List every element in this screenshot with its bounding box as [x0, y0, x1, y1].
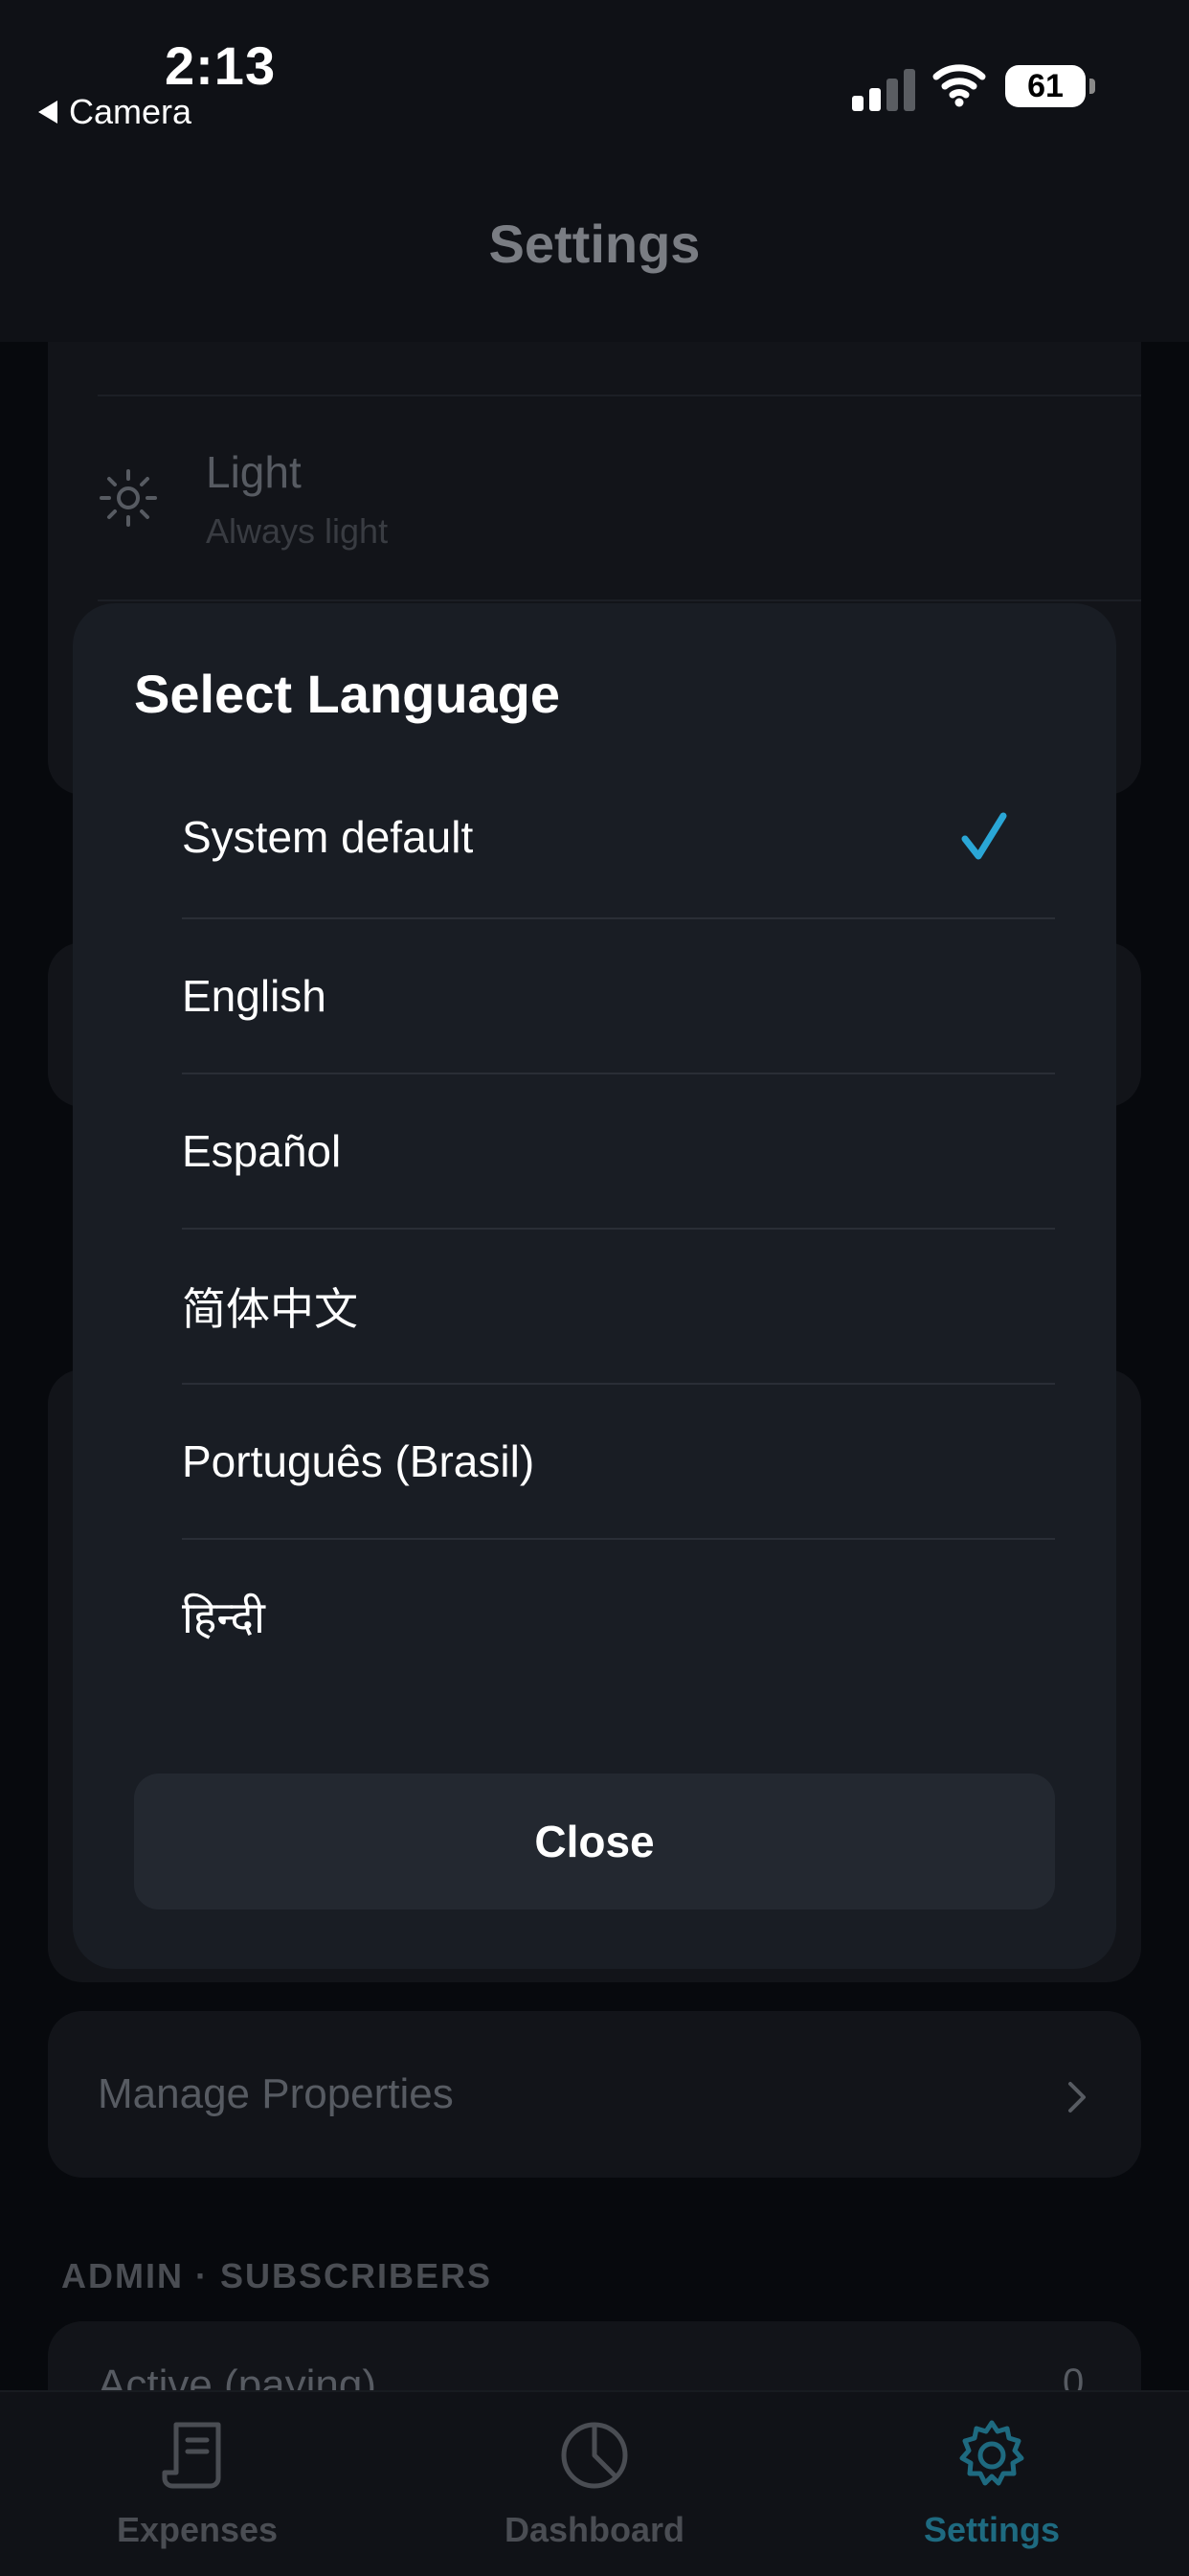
back-label: Camera	[69, 92, 192, 131]
language-option-label: 简体中文	[182, 1284, 358, 1334]
tab-settings[interactable]: Settings	[848, 2419, 1135, 2550]
back-arrow-icon	[38, 101, 57, 124]
tab-label: Settings	[923, 2510, 1060, 2549]
tab-label: Expenses	[116, 2510, 279, 2549]
wifi-icon	[932, 64, 986, 107]
language-option-label: Español	[182, 1126, 342, 1176]
dialog-title: Select Language	[134, 664, 561, 724]
chevron-right-icon	[1066, 2080, 1088, 2119]
language-option-label: System default	[182, 812, 474, 862]
language-option-portuguese[interactable]: Português (Brasil)	[182, 1385, 1055, 1540]
theme-light-sub: Always light	[206, 511, 389, 551]
manage-properties-label: Manage Properties	[98, 2070, 454, 2117]
admin-section-header: ADMIN · SUBSCRIBERS	[61, 2256, 493, 2295]
checkmark-icon	[961, 812, 1007, 860]
language-option-label: Português (Brasil)	[182, 1436, 535, 1486]
language-option-label: English	[182, 971, 326, 1021]
language-option-hindi[interactable]: हिन्दी	[182, 1540, 1055, 1693]
receipt-icon	[162, 2422, 221, 2489]
divider	[98, 599, 1141, 601]
theme-light-label[interactable]: Light	[206, 446, 302, 498]
language-option-label: हिन्दी	[182, 1593, 265, 1642]
language-option-spanish[interactable]: Español	[182, 1074, 1055, 1230]
language-options: System default English Español 简体中文 Port…	[182, 757, 1055, 1693]
battery-indicator: 61	[1005, 65, 1095, 107]
divider	[98, 395, 1141, 396]
tab-label: Dashboard	[504, 2510, 685, 2549]
language-option-chinese[interactable]: 简体中文	[182, 1230, 1055, 1385]
gear-icon	[959, 2420, 1024, 2486]
tab-dashboard[interactable]: Dashboard	[451, 2419, 738, 2550]
back-to-camera[interactable]: Camera	[38, 92, 191, 132]
header: 2:13 Camera 61 Settings	[0, 0, 1189, 342]
tab-expenses[interactable]: Expenses	[54, 2419, 341, 2550]
cellular-signal-icon	[852, 69, 915, 111]
page-title: Settings	[488, 214, 701, 274]
pie-chart-icon	[561, 2422, 628, 2489]
language-option-english[interactable]: English	[182, 919, 1055, 1074]
sun-icon	[98, 467, 159, 529]
status-time: 2:13	[165, 35, 277, 96]
tab-bar: Expenses Dashboard Settings	[0, 2390, 1189, 2576]
language-option-system-default[interactable]: System default	[182, 757, 1055, 919]
close-button[interactable]: Close	[134, 1774, 1055, 1909]
language-dialog: Select Language System default English E…	[73, 603, 1116, 1969]
